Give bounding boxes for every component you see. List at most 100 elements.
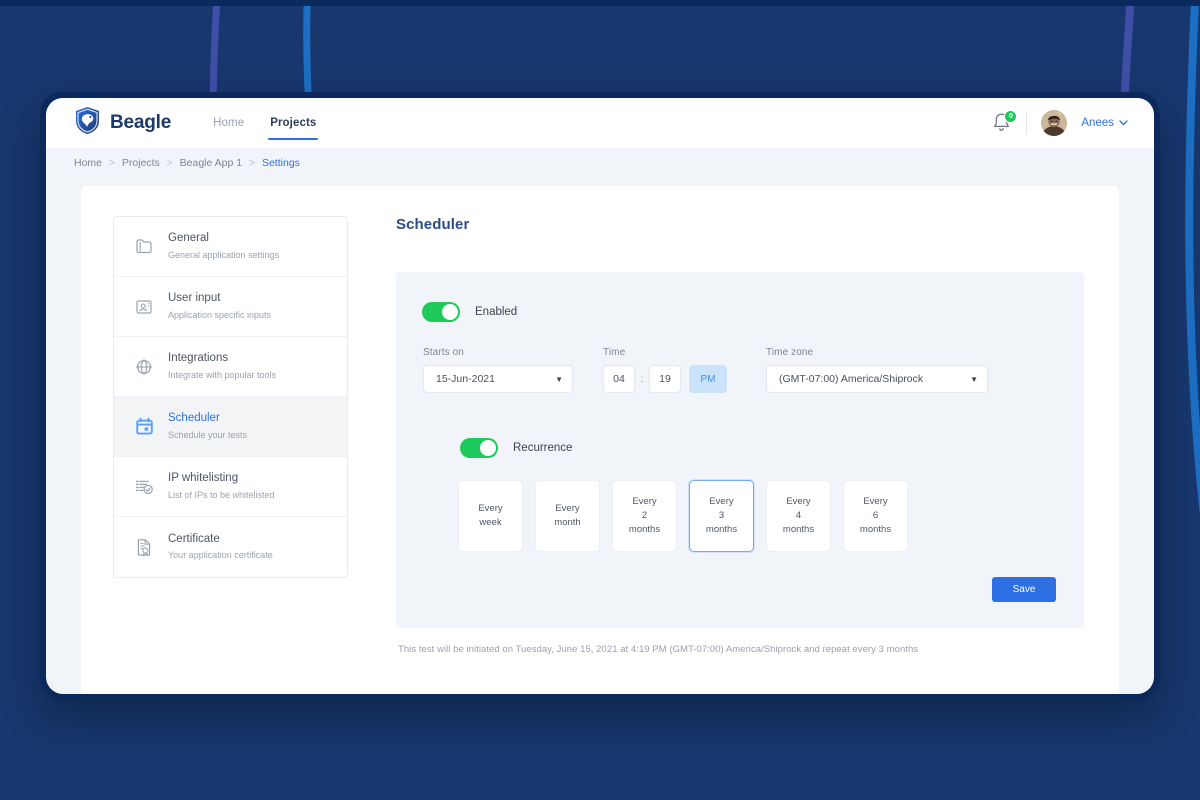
recurrence-option-every-2-months[interactable]: Every 2 months — [612, 480, 677, 552]
schedule-summary-text: This test will be initiated on Tuesday, … — [398, 644, 919, 655]
navbar-right-cluster: 0 Anees — [992, 110, 1128, 136]
starts-on-field: Starts on 15-Jun-2021 ▼ — [423, 347, 573, 393]
breadcrumb-item-beagle-app-1[interactable]: Beagle App 1 — [180, 157, 242, 169]
nav-tab-projects[interactable]: Projects — [268, 98, 319, 148]
recurrence-option-line1: Every — [632, 496, 657, 508]
recurrence-option-line3: months — [859, 523, 892, 535]
recurrence-option-every-4-months[interactable]: Every 4 months — [766, 480, 831, 552]
starts-on-label: Starts on — [423, 347, 464, 358]
schedule-fields-row: Starts on 15-Jun-2021 ▼ Time 04 : 19 PM … — [416, 347, 1056, 393]
sidebar-item-certificate[interactable]: Certificate Your application certificate — [114, 517, 347, 577]
recurrence-option-every-3-months[interactable]: Every 3 months — [689, 480, 754, 552]
starts-on-value: 15-Jun-2021 — [436, 373, 495, 385]
navbar-divider — [1026, 112, 1028, 134]
breadcrumb-separator: > — [166, 157, 173, 169]
sidebar-item-general[interactable]: General General application settings — [114, 217, 347, 277]
time-field: Time 04 : 19 PM — [603, 347, 727, 393]
recurrence-option-every-6-months[interactable]: Every 6 months — [843, 480, 908, 552]
breadcrumb-item-home[interactable]: Home — [74, 157, 102, 169]
minute-input[interactable]: 19 — [649, 365, 681, 393]
meridiem-toggle-button[interactable]: PM — [689, 365, 727, 393]
recurrence-option-line2: week — [479, 517, 502, 528]
recurrence-option-line2: 2 — [641, 510, 648, 522]
breadcrumb-separator: > — [249, 157, 255, 169]
time-zone-select[interactable]: (GMT-07:00) America/Shiprock ▼ — [766, 365, 988, 393]
sidebar-item-subtitle: Your application certificate — [168, 550, 273, 561]
integrations-globe-icon — [134, 357, 154, 377]
shield-dog-logo-icon — [74, 106, 101, 140]
recurrence-toggle-row: Recurrence — [416, 438, 1056, 458]
breadcrumb-item-settings[interactable]: Settings — [262, 157, 300, 169]
nav-tab-home[interactable]: Home — [213, 98, 244, 148]
recurrence-option-every-week[interactable]: Every week — [458, 480, 523, 552]
user-avatar-photo — [1041, 110, 1068, 136]
scheduler-form-card: Enabled Starts on 15-Jun-2021 ▼ Time 04 … — [396, 272, 1084, 628]
background-top-strip — [0, 0, 1200, 6]
user-menu-button[interactable]: Anees — [1081, 117, 1128, 129]
scheduler-panel: Scheduler Enabled Starts on 15-Jun-2021 — [348, 216, 1119, 694]
enabled-toggle[interactable] — [422, 302, 460, 322]
time-separator: : — [640, 373, 644, 385]
avatar[interactable] — [1041, 110, 1068, 136]
top-navbar: Beagle Home Projects 0 Anees — [46, 98, 1154, 148]
ip-whitelist-icon — [134, 477, 154, 497]
brand-name: Beagle — [110, 112, 172, 133]
page-title: Scheduler — [396, 216, 470, 233]
brand-logo[interactable]: Beagle — [74, 106, 171, 140]
caret-down-icon: ▼ — [555, 374, 563, 384]
sidebar-item-label: Scheduler — [168, 412, 220, 425]
sidebar-item-label: User input — [168, 292, 221, 305]
sidebar-item-ip-whitelisting[interactable]: IP whitelisting List of IPs to be whitel… — [114, 457, 347, 517]
time-label: Time — [603, 347, 626, 358]
sidebar-item-label: IP whitelisting — [168, 472, 239, 485]
recurrence-option-line3: months — [628, 523, 661, 535]
recurrence-option-line2: month — [554, 517, 581, 528]
sidebar-item-subtitle: Schedule your tests — [168, 429, 248, 440]
sidebar-item-user-input[interactable]: User input Application specific inputs — [114, 277, 347, 337]
recurrence-option-line2: 4 — [795, 510, 802, 522]
save-button[interactable]: Save — [992, 577, 1056, 602]
recurrence-option-line3: months — [782, 523, 815, 535]
hour-input[interactable]: 04 — [603, 365, 635, 393]
recurrence-options: Every week Every month Every 2 months Ev… — [416, 480, 1056, 552]
time-input-group: 04 : 19 PM — [603, 365, 727, 393]
sidebar-item-subtitle: General application settings — [168, 249, 280, 260]
sidebar-item-subtitle: Application specific inputs — [168, 309, 272, 320]
app-viewport: Beagle Home Projects 0 Anees Home > Proj… — [46, 98, 1154, 694]
browser-window-frame: Beagle Home Projects 0 Anees Home > Proj… — [40, 92, 1160, 700]
recurrence-option-line1: Every — [478, 503, 503, 515]
chevron-down-icon — [1119, 120, 1128, 126]
recurrence-toggle[interactable] — [460, 438, 498, 458]
sidebar-item-subtitle: Integrate with popular tools — [168, 369, 277, 380]
notification-badge: 0 — [1004, 110, 1018, 123]
toggle-knob — [442, 304, 458, 320]
certificate-icon — [134, 537, 154, 557]
starts-on-date-select[interactable]: 15-Jun-2021 ▼ — [423, 365, 573, 393]
time-zone-label: Time zone — [766, 347, 814, 358]
time-zone-value: (GMT-07:00) America/Shiprock — [779, 373, 924, 385]
notifications-button[interactable]: 0 — [992, 110, 1018, 134]
sidebar-item-integrations[interactable]: Integrations Integrate with popular tool… — [114, 337, 347, 397]
folder-icon — [134, 237, 154, 257]
enabled-toggle-label: Enabled — [475, 306, 518, 318]
breadcrumb: Home > Projects > Beagle App 1 > Setting… — [46, 148, 1154, 178]
recurrence-toggle-label: Recurrence — [513, 442, 573, 454]
breadcrumb-separator: > — [109, 157, 115, 169]
recurrence-option-line3: months — [705, 523, 738, 535]
caret-down-icon: ▼ — [970, 374, 978, 384]
recurrence-option-line2: 3 — [718, 510, 725, 522]
sidebar-item-scheduler[interactable]: Scheduler Schedule your tests — [114, 397, 347, 457]
recurrence-option-line1: Every — [786, 496, 811, 508]
breadcrumb-item-projects[interactable]: Projects — [122, 157, 160, 169]
user-input-icon — [134, 297, 154, 317]
recurrence-option-every-month[interactable]: Every month — [535, 480, 600, 552]
primary-nav-tabs: Home Projects — [213, 98, 319, 148]
calendar-icon — [134, 417, 154, 437]
recurrence-option-line1: Every — [709, 496, 734, 508]
recurrence-option-line1: Every — [555, 503, 580, 515]
sidebar-item-label: General — [168, 232, 209, 245]
user-name-label: Anees — [1081, 117, 1114, 129]
enabled-toggle-row: Enabled — [416, 302, 1056, 322]
toggle-knob — [480, 440, 496, 456]
sidebar-item-label: Certificate — [168, 532, 220, 545]
